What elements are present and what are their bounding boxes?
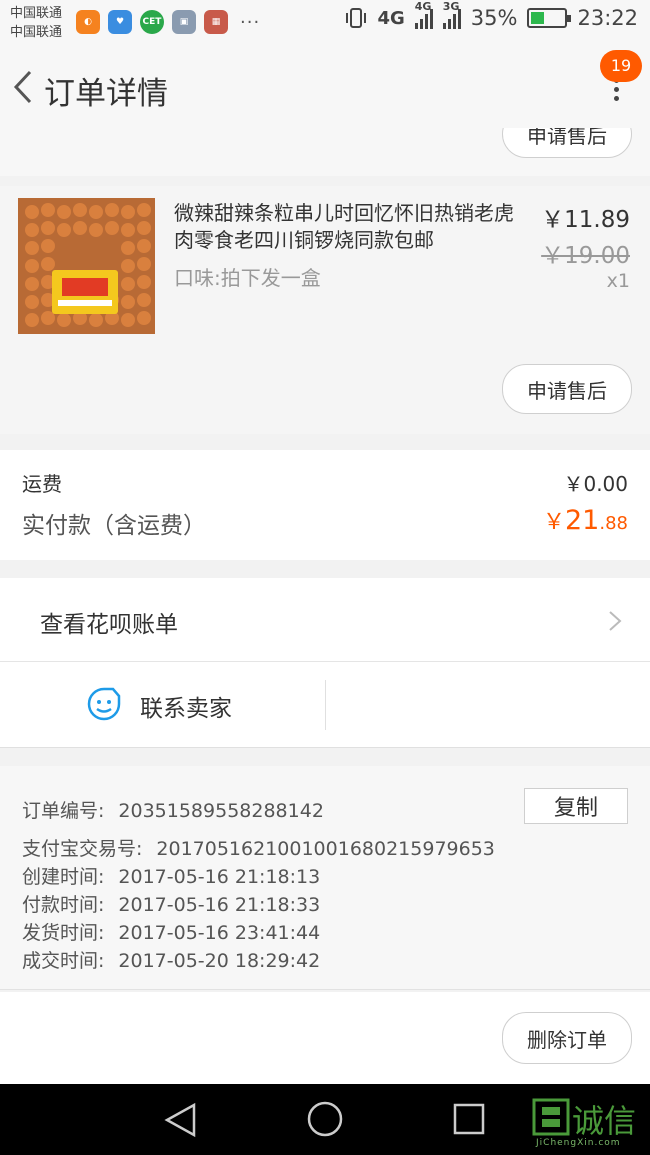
- payment-summary: 运费 ￥0.00 实付款（含运费） ￥21.88: [0, 450, 650, 560]
- divider: [325, 680, 326, 730]
- notification-icons: ◐ ♥ CET ▣ ▦ ···: [76, 10, 260, 34]
- order-actions: 删除订单: [0, 992, 650, 1084]
- product-photo: [18, 198, 155, 334]
- paid-decimal: .88: [599, 513, 628, 534]
- paid-amount-label: 实付款（含运费）: [22, 513, 206, 539]
- paid-currency: ￥: [542, 510, 565, 535]
- status-bar: 中国联通 中国联通 ◐ ♥ CET ▣ ▦ ··· 4G 4G 3G 35% 2…: [0, 0, 650, 44]
- page-title: 订单详情: [44, 76, 168, 112]
- completed-time-label: 成交时间:: [22, 950, 105, 972]
- signal-1: 4G: [414, 1, 433, 29]
- watermark-url: JiChengXin.com: [536, 1138, 621, 1148]
- order-item[interactable]: 微辣甜辣条粒串儿时回忆怀旧热销老虎肉零食老四川铜锣烧同款包邮 口味:拍下发一盒 …: [0, 186, 650, 434]
- created-time-value: 2017-05-16 21:18:13: [118, 866, 321, 888]
- created-time-row: 创建时间: 2017-05-16 21:18:13: [22, 862, 320, 889]
- watermark: 诚信 JiChengXin.com: [532, 1094, 648, 1150]
- product-name[interactable]: 微辣甜辣条粒串儿时回忆怀旧热销老虎肉零食老四川铜锣烧同款包邮: [174, 200, 530, 254]
- alipay-trade-label: 支付宝交易号:: [22, 838, 143, 860]
- network-type-2: 4G: [414, 0, 432, 13]
- watermark-logo-icon: [532, 1098, 570, 1136]
- gallery-icon: ▣: [172, 10, 196, 34]
- shipping-label: 运费: [22, 472, 62, 496]
- product-price: ￥11.89: [541, 207, 630, 233]
- shipped-time-row: 发货时间: 2017-05-16 23:41:44: [22, 918, 320, 945]
- order-info: 订单编号: 20351589558288142 复制 支付宝交易号: 2017051…: [0, 766, 650, 990]
- uc-browser-icon: ◐: [76, 10, 100, 34]
- health-app-icon: ♥: [108, 10, 132, 34]
- after-sale-button[interactable]: 申请售后: [502, 128, 632, 158]
- paid-time-label: 付款时间:: [22, 894, 105, 916]
- huabei-bill-label: 查看花呗账单: [40, 612, 178, 638]
- order-number-row: 订单编号: 20351589558288142: [22, 796, 324, 823]
- product-quantity: x1: [606, 270, 630, 292]
- after-sale-button[interactable]: 申请售后: [502, 364, 632, 414]
- huabei-bill-row[interactable]: 查看花呗账单: [0, 578, 650, 662]
- watermark-text: 诚信: [572, 1102, 637, 1140]
- more-notifications-icon: ···: [240, 11, 261, 33]
- system-nav-bar: 诚信 JiChengXin.com: [0, 1084, 650, 1155]
- previous-item-footer: 申请售后: [0, 128, 650, 176]
- order-number-value: 20351589558288142: [118, 800, 324, 822]
- created-time-label: 创建时间:: [22, 866, 105, 888]
- copy-button[interactable]: 复制: [524, 788, 628, 824]
- original-price: ￥19.00: [541, 243, 630, 269]
- paid-time-value: 2017-05-16 21:18:33: [118, 894, 321, 916]
- contact-seller-button[interactable]: 联系卖家: [140, 689, 232, 723]
- network-type-1: 4G: [377, 7, 405, 29]
- completed-time-row: 成交时间: 2017-05-20 18:29:42: [22, 946, 320, 973]
- notification-badge[interactable]: 19: [600, 50, 642, 82]
- product-spec: 口味:拍下发一盒: [174, 266, 321, 290]
- completed-time-value: 2017-05-20 18:29:42: [118, 950, 321, 972]
- nav-back-icon[interactable]: [164, 1102, 198, 1138]
- paid-amount: ￥21.88: [543, 504, 628, 536]
- chat-face-icon[interactable]: [86, 686, 122, 722]
- more-menu-icon[interactable]: [612, 78, 620, 108]
- shipped-time-label: 发货时间:: [22, 922, 105, 944]
- carrier-info: 中国联通 中国联通: [10, 4, 62, 42]
- nav-recent-apps-icon[interactable]: [452, 1102, 486, 1136]
- carrier-2: 中国联通: [10, 25, 63, 40]
- cet-app-icon: CET: [140, 10, 164, 34]
- system-indicators: 4G 4G 3G 35% 23:22: [345, 1, 638, 30]
- alipay-trade-row: 支付宝交易号: 2017051621001001680215979653: [22, 834, 495, 861]
- back-arrow-icon[interactable]: [10, 68, 40, 106]
- network-type-3: 3G: [442, 0, 460, 13]
- product-image[interactable]: [18, 198, 155, 334]
- signal-2: 3G: [442, 1, 461, 29]
- vibrate-icon: [346, 8, 367, 28]
- contact-seller-bar: 联系卖家: [0, 662, 650, 748]
- app-header: 订单详情 19: [0, 44, 650, 128]
- chevron-right-icon: [609, 611, 622, 631]
- carrier-1: 中国联通: [10, 6, 63, 21]
- paid-time-row: 付款时间: 2017-05-16 21:18:33: [22, 890, 320, 917]
- battery-icon: [527, 8, 572, 28]
- clock: 23:22: [577, 6, 638, 30]
- battery-percent: 35%: [470, 6, 518, 30]
- order-number-label: 订单编号:: [22, 800, 105, 822]
- paid-integer: 21: [565, 505, 600, 536]
- alipay-trade-value: 2017051621001001680215979653: [156, 838, 495, 860]
- shipping-value: ￥0.00: [563, 472, 628, 496]
- shipped-time-value: 2017-05-16 23:41:44: [118, 922, 321, 944]
- delete-order-button[interactable]: 删除订单: [502, 1012, 632, 1064]
- nav-home-icon[interactable]: [306, 1100, 344, 1138]
- news-app-icon: ▦: [204, 10, 228, 34]
